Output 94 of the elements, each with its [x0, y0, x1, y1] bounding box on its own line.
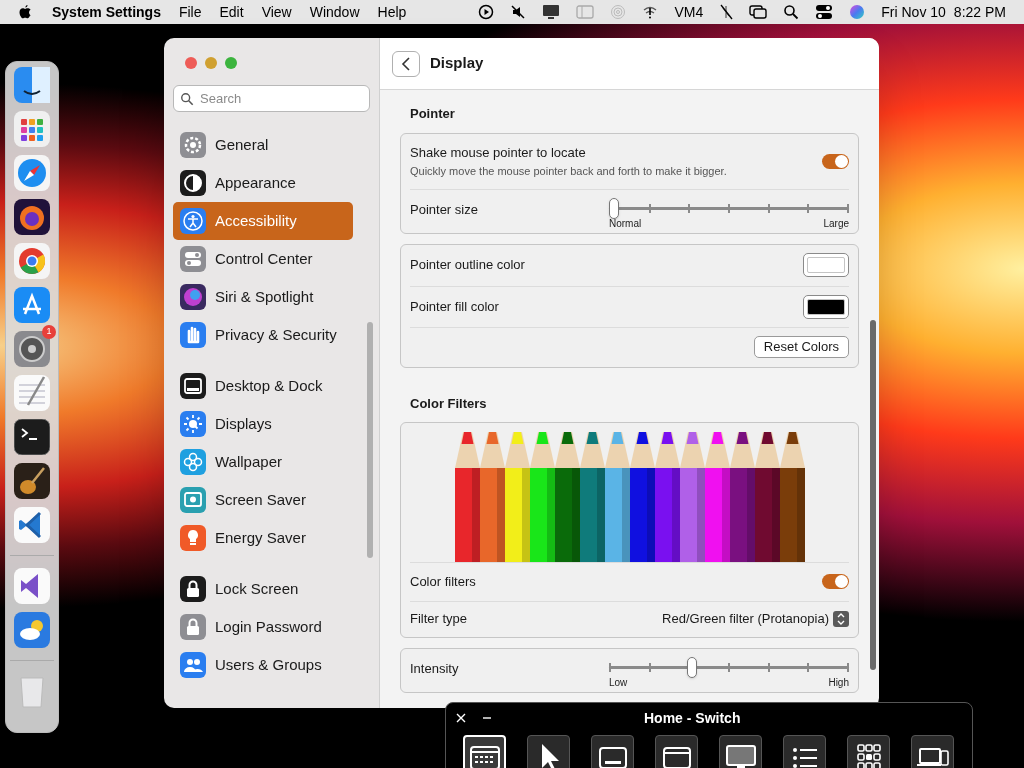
menu-date[interactable]: Fri Nov 10: [881, 1, 946, 23]
setting-description: Quickly move the mouse pointer back and forth to make it bigger.: [410, 164, 727, 179]
notepad-icon[interactable]: [14, 375, 50, 411]
switch-button[interactable]: [847, 735, 890, 768]
chevron-up-down-icon: [833, 611, 849, 627]
sun-icon: [180, 411, 206, 437]
flower-icon: [180, 449, 206, 475]
windows-icon[interactable]: [749, 4, 768, 20]
panel-title: Home - Switch: [644, 708, 741, 728]
bluetooth-off-icon[interactable]: [719, 4, 734, 20]
cloud-sun-icon[interactable]: [14, 612, 50, 648]
chevron-left-icon: [401, 56, 411, 71]
setting-label: Pointer fill color: [410, 297, 499, 316]
sidebar-item[interactable]: Wallpaper: [173, 443, 353, 481]
scrollbar[interactable]: [870, 320, 876, 670]
reset-colors-button[interactable]: Reset Colors: [753, 336, 849, 358]
window-title: Display: [430, 53, 484, 74]
section-heading: Color Filters: [409, 394, 488, 413]
letter-a-icon[interactable]: [14, 287, 50, 323]
sidebar-item[interactable]: Accessibility: [173, 202, 353, 240]
bowtie-icon[interactable]: [14, 568, 50, 604]
close-button[interactable]: [185, 57, 197, 69]
status-text[interactable]: VM4: [674, 1, 704, 23]
terminal-icon[interactable]: [14, 419, 50, 455]
setting-label: Intensity: [410, 659, 459, 678]
sidebar-item[interactable]: Energy Saver: [173, 519, 353, 557]
apple-logo-icon: [18, 4, 32, 20]
slider-max-label: High: [828, 676, 849, 688]
hand-icon: [180, 322, 206, 348]
search-icon[interactable]: [783, 4, 800, 20]
sidebar-item[interactable]: Users & Groups: [173, 646, 353, 684]
switch-button[interactable]: [783, 735, 826, 768]
dock-icon: [180, 373, 206, 399]
filter-type-popup[interactable]: Red/Green filter (Protanopia): [662, 609, 849, 629]
monitor-icon[interactable]: [542, 4, 561, 20]
search-field[interactable]: Search: [173, 85, 370, 112]
slider-max-label: Large: [823, 217, 849, 229]
face-icon[interactable]: [14, 67, 50, 103]
switch-button[interactable]: [655, 735, 698, 768]
orb-icon[interactable]: [849, 4, 866, 20]
toggle-switch[interactable]: [822, 574, 849, 590]
menu-item[interactable]: View: [261, 1, 292, 23]
wifi-alert-icon[interactable]: [642, 4, 659, 20]
orb-icon: [180, 284, 206, 310]
people-icon: [180, 652, 206, 678]
switch-button[interactable]: [527, 735, 570, 768]
notification-badge: 1: [42, 325, 56, 339]
grid-icon[interactable]: [14, 111, 50, 147]
sidebar-item[interactable]: Login Password: [173, 608, 353, 646]
setting-label: Color filters: [410, 573, 476, 591]
person-icon: [180, 208, 206, 234]
play-icon[interactable]: [478, 4, 495, 20]
setting-label: Pointer size: [410, 200, 478, 219]
slider-thumb[interactable]: [687, 656, 698, 678]
setting-label: Shake mouse pointer to locate: [410, 143, 587, 162]
sidebar-item[interactable]: Screen Saver: [173, 481, 353, 519]
switch-button[interactable]: [911, 735, 954, 768]
lock-icon: [180, 576, 206, 602]
menu-item[interactable]: Edit: [219, 1, 244, 23]
sidebar-item[interactable]: Siri & Spotlight: [173, 278, 353, 316]
setting-label: Pointer outline color: [410, 256, 525, 275]
speaker-muted-icon[interactable]: [510, 4, 527, 20]
code-icon[interactable]: [14, 507, 50, 543]
sidebar-item[interactable]: General: [173, 126, 353, 164]
ring-icon[interactable]: [14, 243, 50, 279]
slider-min-label: Low: [609, 676, 628, 688]
switch-button[interactable]: [591, 735, 634, 768]
compass-icon[interactable]: [14, 155, 50, 191]
menu-item[interactable]: Window: [309, 1, 360, 23]
toggle-switch[interactable]: [822, 153, 849, 169]
sidebar-item[interactable]: Desktop & Dock: [173, 367, 353, 405]
sidebar-item[interactable]: Appearance: [173, 164, 353, 202]
switch-button[interactable]: [719, 735, 762, 768]
toggles-icon: [180, 246, 206, 272]
menu-time[interactable]: 8:22 PM: [953, 1, 1006, 23]
setting-label: Filter type: [410, 610, 468, 629]
app-menu[interactable]: System Settings: [52, 1, 161, 23]
close-icon[interactable]: [456, 713, 466, 723]
sidebar-item[interactable]: Displays: [173, 405, 353, 443]
sidebar-item[interactable]: Privacy & Security: [173, 316, 353, 354]
bulb-icon: [180, 525, 206, 551]
toggles-icon[interactable]: [815, 4, 834, 20]
screen-icon: [180, 487, 206, 513]
sidebar-item[interactable]: Lock Screen: [173, 570, 353, 608]
section-heading: Pointer: [409, 105, 456, 123]
scrollbar[interactable]: [367, 322, 373, 558]
menu-item[interactable]: Help: [377, 1, 407, 23]
lock-icon: [180, 614, 206, 640]
slider-min-label: Normal: [609, 217, 642, 229]
search-icon: [180, 92, 194, 106]
sidebar-item[interactable]: Control Center: [173, 240, 353, 278]
slider-thumb[interactable]: [609, 197, 619, 219]
back-button[interactable]: [392, 50, 420, 77]
menu-item[interactable]: File: [178, 1, 202, 23]
